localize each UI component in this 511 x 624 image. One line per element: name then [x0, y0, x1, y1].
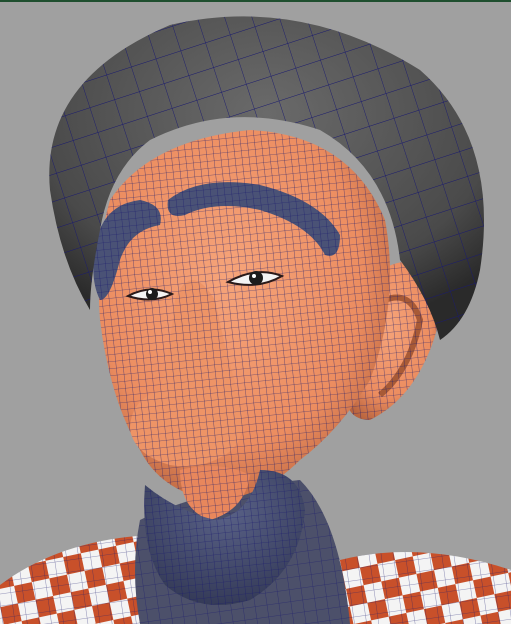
- character-model: [0, 16, 511, 624]
- 3d-viewport[interactable]: [0, 0, 511, 624]
